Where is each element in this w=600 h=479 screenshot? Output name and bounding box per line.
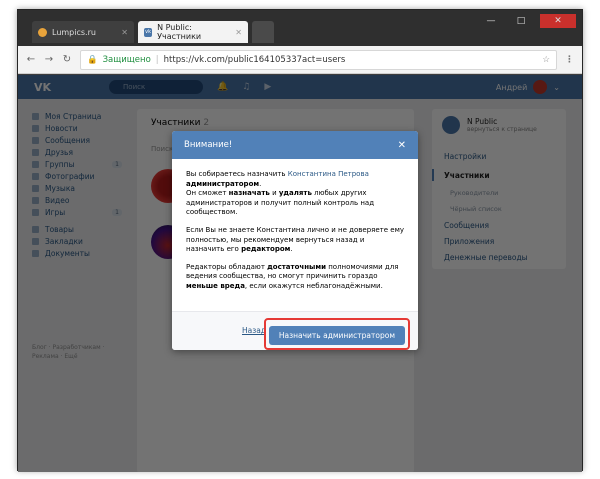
avatar	[442, 116, 460, 134]
group-name: N Public	[467, 117, 498, 126]
sidebar-item-documents[interactable]: Документы	[32, 247, 122, 259]
count-badge: 1	[112, 160, 122, 168]
dialog-paragraph: Если Вы не знаете Константина лично и не…	[186, 225, 405, 254]
url-text: https://vk.com/public164105337act=users	[163, 54, 346, 65]
menu-item-blacklist[interactable]: Чёрный список	[450, 205, 502, 213]
groups-icon	[32, 160, 39, 168]
sidebar-item-bookmarks[interactable]: Закладки	[32, 235, 122, 247]
sidebar-item-groups[interactable]: Группы 1	[32, 158, 122, 170]
video-icon	[32, 196, 39, 204]
sidebar-item-messages[interactable]: Сообщения	[32, 134, 122, 146]
menu-item-members[interactable]: Участники	[444, 171, 490, 180]
members-search-input[interactable]: Поиск	[151, 145, 173, 153]
tab-bar: Lumpics.ru ✕ vk N Public: Участники ✕ — …	[18, 10, 582, 46]
right-menu: N Public вернуться к странице Настройки …	[432, 109, 566, 269]
highlight-frame: Назначить администратором	[263, 318, 410, 350]
maximize-icon[interactable]: □	[510, 14, 532, 28]
menu-item-money-transfers[interactable]: Денежные переводы	[444, 253, 528, 262]
close-icon[interactable]: ✕	[398, 140, 406, 151]
user-name: Андрей	[495, 82, 528, 92]
vk-logo-icon[interactable]: VK	[34, 81, 51, 94]
left-footer-links[interactable]: Блог · Разработчикам · Реклама · Ещё	[32, 343, 122, 361]
message-icon	[32, 136, 39, 144]
tab-label: Lumpics.ru	[52, 27, 96, 37]
music-icon[interactable]: ♫	[242, 82, 250, 92]
dialog-body: Вы собираетесь назначить Константина Пет…	[172, 159, 418, 292]
close-tab-icon[interactable]: ✕	[121, 28, 128, 37]
sidebar-item-video[interactable]: Видео	[32, 194, 122, 206]
lock-icon: 🔒	[87, 54, 98, 65]
chevron-down-icon: ⌄	[553, 82, 560, 92]
menu-item-managers[interactable]: Руководители	[450, 189, 498, 197]
close-window-icon[interactable]: ✕	[540, 14, 576, 28]
photo-icon	[32, 172, 39, 180]
tab-lumpics[interactable]: Lumpics.ru ✕	[32, 21, 134, 43]
window-controls: — □ ✕	[480, 14, 576, 28]
warning-dialog: Внимание! ✕ Вы собираетесь назначить Кон…	[172, 131, 418, 350]
back-link[interactable]: Назад	[242, 326, 266, 335]
dialog-header: Внимание! ✕	[172, 131, 418, 159]
active-indicator	[432, 169, 434, 181]
menu-item-apps[interactable]: Приложения	[444, 237, 494, 246]
vk-user-menu[interactable]: Андрей ⌄	[496, 80, 560, 94]
home-icon	[32, 112, 39, 120]
group-header[interactable]: N Public вернуться к странице	[442, 116, 537, 134]
menu-item-settings[interactable]: Настройки	[444, 152, 486, 161]
new-tab-button[interactable]	[252, 21, 274, 43]
sidebar-item-goods[interactable]: Товары	[32, 223, 122, 235]
document-icon	[32, 249, 39, 257]
games-icon	[32, 208, 39, 216]
vk-header: VK Поиск 🔔 ♫ ▶ Андрей ⌄	[18, 75, 582, 99]
avatar	[533, 80, 548, 94]
dialog-footer: Назад Назначить администратором	[172, 311, 418, 350]
members-count: 2	[203, 118, 210, 128]
sidebar-item-games[interactable]: Игры 1	[32, 206, 122, 218]
secure-label: Защищено	[102, 54, 151, 65]
dialog-paragraph: Вы собираетесь назначить Константина Пет…	[186, 170, 375, 217]
bookmark-star-icon[interactable]: ☆	[542, 55, 550, 65]
count-badge: 1	[112, 208, 122, 216]
browser-menu-icon[interactable]: ⋮	[565, 55, 574, 65]
close-tab-icon[interactable]: ✕	[235, 28, 242, 37]
forward-arrow-icon[interactable]: →	[44, 54, 54, 65]
news-icon	[32, 124, 39, 132]
left-menu: Моя Страница Новости Сообщения Друзья Гр…	[32, 110, 122, 259]
sidebar-item-photos[interactable]: Фотографии	[32, 170, 122, 182]
group-back-link: вернуться к странице	[467, 126, 537, 133]
menu-item-messages[interactable]: Сообщения	[444, 221, 489, 230]
sidebar-item-my-page[interactable]: Моя Страница	[32, 110, 122, 122]
friends-icon	[32, 148, 39, 156]
url-input[interactable]: 🔒 Защищено | https://vk.com/public164105…	[80, 49, 557, 70]
goods-icon	[32, 225, 39, 233]
browser-window: Lumpics.ru ✕ vk N Public: Участники ✕ — …	[17, 9, 583, 472]
bell-icon[interactable]: 🔔	[217, 82, 228, 92]
minimize-icon[interactable]: —	[480, 14, 502, 28]
reload-icon[interactable]: ↻	[62, 54, 72, 65]
assign-admin-button[interactable]: Назначить администратором	[268, 326, 405, 345]
play-icon[interactable]: ▶	[264, 82, 271, 92]
back-arrow-icon[interactable]: ←	[26, 54, 36, 65]
sidebar-item-friends[interactable]: Друзья	[32, 146, 122, 158]
dialog-paragraph: Редакторы обладают достаточными полномоч…	[186, 262, 399, 290]
sidebar-item-news[interactable]: Новости	[32, 122, 122, 134]
music-icon	[32, 184, 39, 192]
tab-label: N Public: Участники	[157, 23, 202, 41]
vk-search-input[interactable]: Поиск	[109, 80, 204, 94]
tab-vk-members[interactable]: vk N Public: Участники ✕	[138, 21, 248, 43]
dialog-title: Внимание!	[184, 140, 233, 150]
user-link[interactable]: Константина Петрова	[288, 170, 369, 178]
vk-favicon-icon: vk	[144, 27, 153, 37]
bookmark-icon	[32, 237, 39, 245]
lumpics-favicon-icon	[38, 27, 47, 37]
page-title: Участники 2	[151, 118, 210, 128]
sidebar-item-music[interactable]: Музыка	[32, 182, 122, 194]
address-bar: ← → ↻ 🔒 Защищено | https://vk.com/public…	[18, 46, 582, 74]
